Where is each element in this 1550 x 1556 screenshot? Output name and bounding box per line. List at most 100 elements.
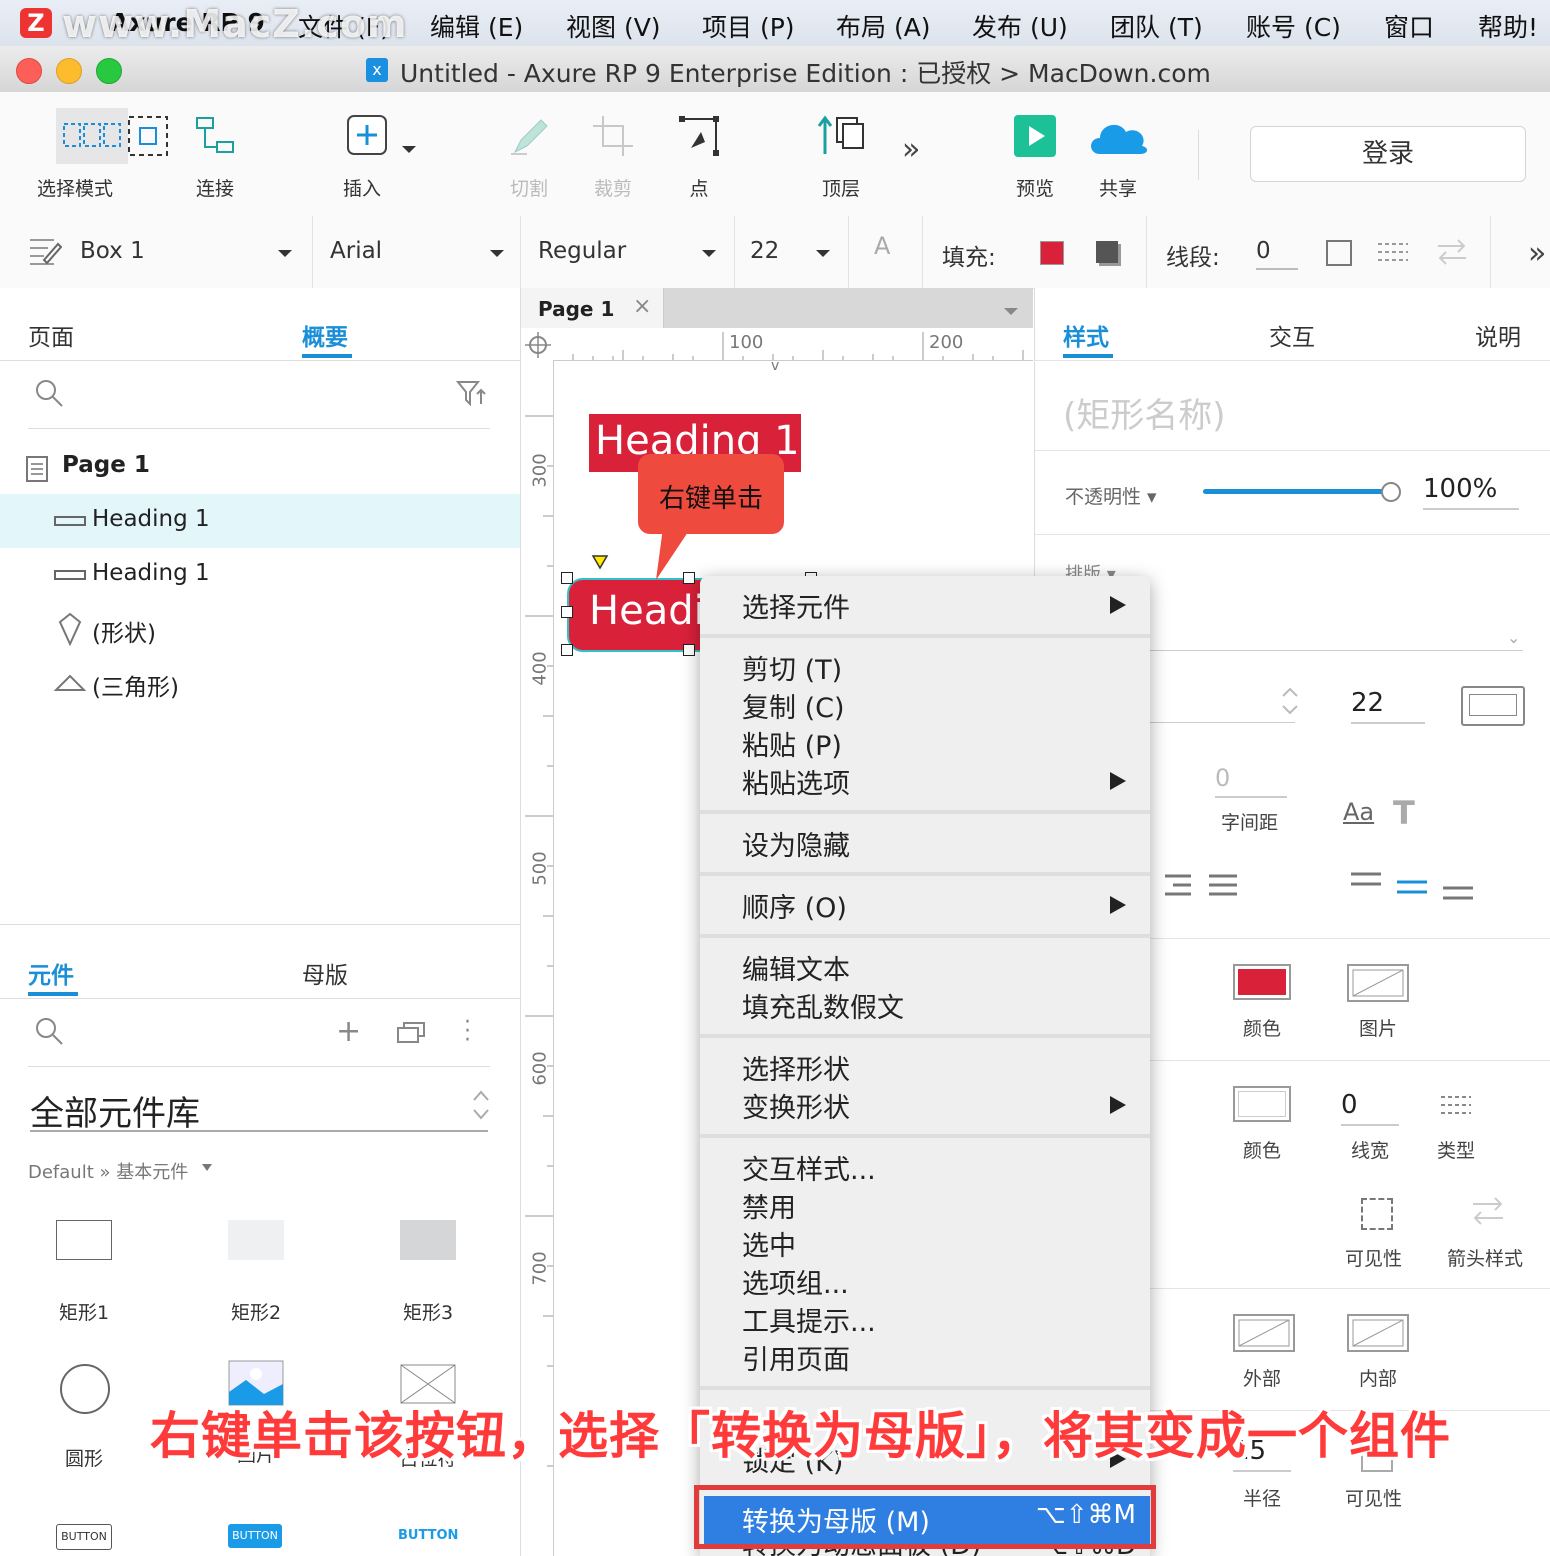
widget-name-value[interactable]: Box 1 (80, 238, 145, 264)
menu-edit[interactable]: 编辑 (E) (430, 8, 523, 44)
menu-item-fill-lorem[interactable]: 填充乱数假文 (742, 986, 904, 1025)
insert-button[interactable]: 插入 (330, 92, 416, 216)
more-format-button[interactable]: » (1528, 236, 1546, 271)
menu-account[interactable]: 账号 (C) (1246, 8, 1341, 44)
bring-to-top-button[interactable]: 顶层 (806, 92, 876, 216)
preview-button[interactable]: 预览 (1000, 92, 1070, 216)
menu-help[interactable]: 帮助! (1478, 8, 1538, 44)
resize-handle[interactable] (561, 644, 573, 656)
menu-project[interactable]: 项目 (P) (702, 8, 795, 44)
valign-top-icon[interactable] (1349, 870, 1383, 898)
opacity-slider-knob[interactable] (1381, 482, 1401, 502)
slice-button[interactable]: 切割 (494, 92, 564, 216)
tab-page1[interactable]: Page 1 × (521, 288, 664, 328)
text-box-style-icon[interactable] (1461, 686, 1525, 726)
menu-item-paste-options[interactable]: 粘贴选项 (742, 762, 850, 801)
menu-item-transform-shape[interactable]: 变换形状 (742, 1086, 850, 1125)
align-right-icon[interactable] (1161, 874, 1193, 898)
font-family-dropdown-icon[interactable] (490, 250, 504, 257)
resize-handle[interactable] (561, 606, 573, 618)
menu-view[interactable]: 视图 (V) (566, 8, 661, 44)
widget-name-dropdown-icon[interactable] (278, 250, 292, 257)
widget-name-input[interactable]: (矩形名称) (1063, 388, 1226, 437)
library-search-icon[interactable] (34, 1016, 64, 1046)
widget-button-default[interactable]: BUTTON (56, 1524, 112, 1550)
text-case-icon[interactable]: Aa (1343, 798, 1374, 826)
library-options-icon[interactable]: · · · (464, 1012, 471, 1052)
library-breadcrumb[interactable]: Default » 基本元件 (28, 1158, 188, 1184)
corner-radius-handle-icon[interactable] (591, 554, 609, 570)
zoom-window-button[interactable] (96, 58, 122, 84)
font-weight-select[interactable]: Regular (538, 238, 626, 264)
widget-button-link[interactable]: BUTTON (398, 1524, 458, 1548)
stroke-width-input[interactable]: 0 (1256, 238, 1298, 270)
connect-button[interactable]: 连接 (180, 92, 250, 216)
stroke-color-icon[interactable] (1326, 240, 1352, 266)
close-tab-icon[interactable]: × (633, 294, 651, 319)
filter-icon[interactable] (456, 380, 486, 408)
library-select-stepper-icon[interactable] (470, 1088, 492, 1122)
shadow-swatch[interactable] (1096, 241, 1118, 263)
library-select[interactable]: 全部元件库 (30, 1086, 200, 1135)
opacity-slider-track[interactable] (1203, 489, 1391, 494)
tree-item-page[interactable]: Page 1 (0, 440, 520, 494)
border-width-input[interactable]: 0 (1341, 1090, 1399, 1126)
fill-color-button[interactable] (1233, 964, 1291, 1000)
border-type-icon[interactable] (1441, 1094, 1473, 1116)
menu-item-copy[interactable]: 复制 (C) (742, 686, 845, 725)
search-icon[interactable] (34, 378, 64, 408)
valign-bottom-icon[interactable] (1441, 884, 1475, 912)
opacity-label[interactable]: 不透明性 ▾ (1065, 482, 1157, 509)
add-library-icon[interactable]: + (336, 1014, 361, 1049)
widget-button-primary[interactable]: BUTTON (228, 1524, 282, 1548)
crosshair-icon[interactable] (525, 332, 551, 358)
menu-item-option-group[interactable]: 选项组... (742, 1262, 849, 1301)
arrow-style-panel-icon[interactable] (1471, 1196, 1505, 1228)
fill-color-swatch[interactable] (1040, 241, 1064, 265)
font-select-chevron-icon[interactable]: ⌄ (1507, 628, 1520, 647)
menu-item-select-shape[interactable]: 选择形状 (742, 1048, 850, 1087)
share-button[interactable]: 共享 (1082, 92, 1154, 216)
text-color-icon[interactable]: A (874, 232, 890, 260)
tab-interactions[interactable]: 交互 (1269, 318, 1315, 352)
inner-shadow-icon[interactable] (1347, 1314, 1409, 1352)
menu-item-tooltip[interactable]: 工具提示... (742, 1300, 876, 1339)
menu-item-order[interactable]: 顺序 (O) (742, 886, 847, 925)
select-mode-button[interactable]: 选择模式 (18, 92, 168, 216)
menu-item-selected[interactable]: 选中 (742, 1224, 796, 1263)
resize-handle[interactable] (683, 644, 695, 656)
valign-middle-icon[interactable] (1395, 878, 1429, 906)
resize-handle[interactable] (561, 572, 573, 584)
menu-item-paste[interactable]: 粘贴 (P) (742, 724, 842, 763)
menu-item-cut[interactable]: 剪切 (T) (742, 648, 842, 687)
stroke-pattern-icon[interactable] (1378, 240, 1410, 264)
tree-item-heading-selected[interactable]: Heading 1 (0, 494, 520, 548)
font-weight-dropdown-icon[interactable] (702, 250, 716, 257)
menu-item-interaction-styles[interactable]: 交互样式... (742, 1148, 876, 1187)
menu-team[interactable]: 团队 (T) (1110, 8, 1203, 44)
font-size-dropdown-icon[interactable] (816, 250, 830, 257)
text-shadow-icon[interactable]: T (1393, 794, 1415, 832)
menu-window[interactable]: 窗口 (1384, 8, 1434, 44)
tree-item-triangle[interactable]: (三角形) (0, 656, 520, 710)
font-size-input[interactable]: 22 (1351, 688, 1425, 724)
tab-masters[interactable]: 母版 (302, 956, 348, 990)
menu-item-select-widget[interactable]: 选择元件 (742, 586, 850, 625)
menu-layout[interactable]: 布局 (A) (836, 8, 931, 44)
tab-pages[interactable]: 页面 (28, 318, 74, 352)
font-family-select[interactable]: Arial (330, 238, 382, 264)
login-button[interactable]: 登录 (1250, 126, 1526, 182)
menu-publish[interactable]: 发布 (U) (972, 8, 1068, 44)
align-justify-icon[interactable] (1207, 874, 1239, 898)
tab-libraries[interactable]: 元件 (28, 956, 74, 990)
border-visibility-icon[interactable] (1361, 1198, 1393, 1230)
close-window-button[interactable] (16, 58, 42, 84)
menu-item-disable[interactable]: 禁用 (742, 1186, 796, 1225)
tab-style[interactable]: 样式 (1063, 318, 1109, 352)
arrow-style-icon[interactable] (1436, 238, 1468, 266)
point-button[interactable]: 点 (664, 92, 734, 216)
minimize-window-button[interactable] (56, 58, 82, 84)
menu-item-hide[interactable]: 设为隐藏 (742, 824, 850, 863)
library-windows-icon[interactable] (396, 1020, 426, 1044)
tabs-dropdown-icon[interactable] (1004, 308, 1018, 315)
